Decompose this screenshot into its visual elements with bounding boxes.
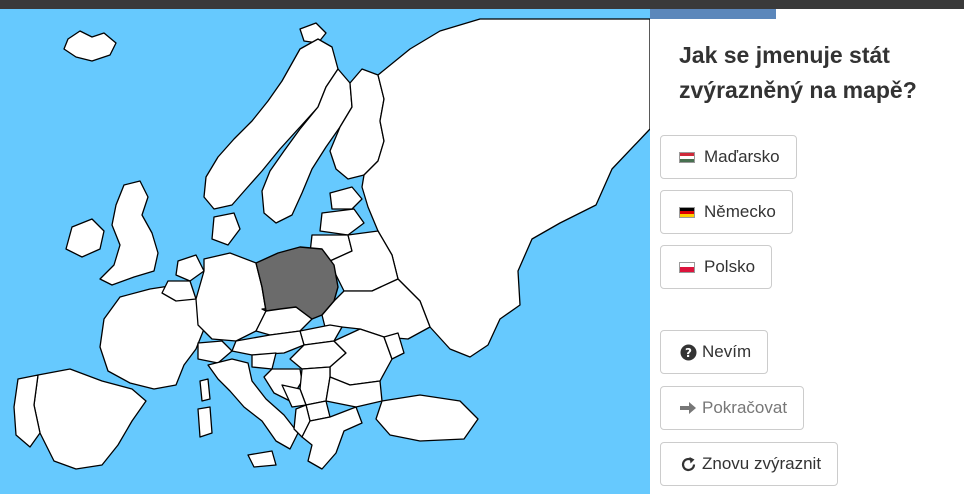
germany-flag-icon: [679, 206, 695, 218]
island-sardinia[interactable]: [197, 406, 213, 438]
island-corsica[interactable]: [199, 378, 211, 402]
country-iceland[interactable]: [63, 30, 117, 62]
answer-label: Německo: [704, 202, 776, 221]
question-text: Jak se jmenuje stát zvýrazněný na mapě?: [679, 42, 917, 103]
country-spain[interactable]: [33, 368, 147, 470]
continue-button[interactable]: Pokračovat: [660, 386, 805, 430]
quiz-panel: Jak se jmenuje stát zvýrazněný na mapě? …: [650, 19, 964, 494]
europe-map-svg[interactable]: [0, 9, 650, 494]
refresh-icon: [679, 455, 697, 473]
hungary-flag-icon: [679, 151, 695, 163]
country-united-kingdom[interactable]: [99, 180, 159, 286]
question-circle-icon: ?: [679, 343, 697, 361]
svg-text:?: ?: [685, 346, 692, 360]
accent-strip: [650, 9, 776, 19]
dont-know-label: Nevím: [702, 342, 752, 361]
arrow-right-icon: [679, 399, 697, 417]
country-slovenia[interactable]: [251, 352, 277, 370]
island-north[interactable]: [299, 22, 327, 44]
country-netherlands[interactable]: [175, 254, 205, 282]
rehighlight-button[interactable]: Znovu zvýraznit: [660, 442, 839, 486]
continue-label: Pokračovat: [702, 398, 788, 417]
country-france[interactable]: [99, 284, 205, 390]
country-poland-highlighted[interactable]: [255, 246, 339, 320]
country-germany[interactable]: [195, 252, 267, 342]
answer-button-hungary[interactable]: Maďarsko: [660, 135, 797, 179]
island-sicily[interactable]: [247, 450, 277, 468]
answer-label: Polsko: [704, 257, 756, 276]
answer-label: Maďarsko: [704, 147, 780, 166]
answer-button-germany[interactable]: Německo: [660, 190, 793, 234]
country-latvia[interactable]: [319, 208, 365, 236]
europe-map[interactable]: [0, 9, 650, 494]
answer-button-poland[interactable]: Polsko: [660, 245, 773, 289]
country-turkey[interactable]: [375, 394, 479, 442]
country-ireland[interactable]: [65, 218, 105, 258]
country-denmark[interactable]: [211, 212, 241, 246]
poland-flag-icon: [679, 261, 695, 273]
rehighlight-label: Znovu zvýraznit: [702, 454, 822, 473]
top-bar: [0, 0, 964, 9]
country-estonia[interactable]: [329, 186, 363, 210]
dont-know-button[interactable]: ? Nevím: [660, 330, 769, 374]
